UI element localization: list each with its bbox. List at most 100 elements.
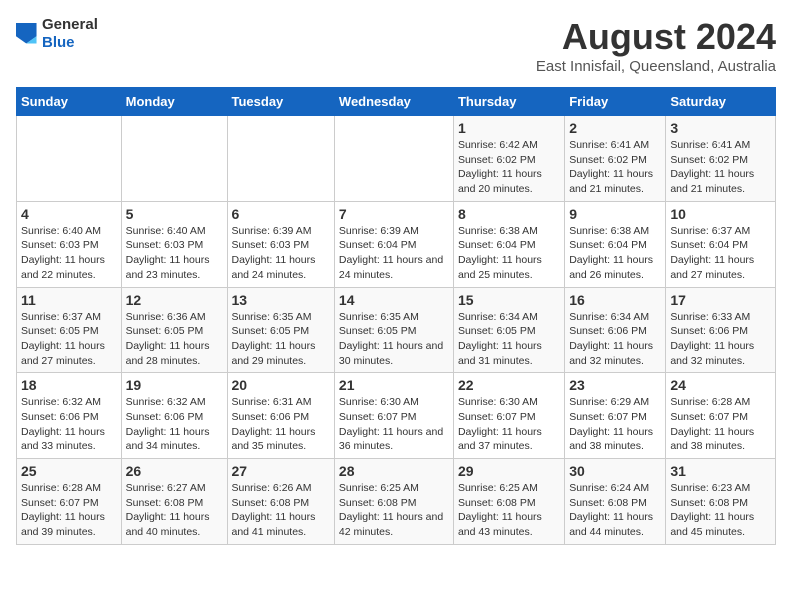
title-area: August 2024 East Innisfail, Queensland, …	[536, 16, 776, 75]
day-number: 7	[339, 206, 449, 222]
day-detail: Sunrise: 6:28 AM Sunset: 6:07 PM Dayligh…	[21, 481, 117, 540]
calendar-week-row: 11 Sunrise: 6:37 AM Sunset: 6:05 PM Dayli…	[17, 287, 776, 373]
column-header-wednesday: Wednesday	[334, 88, 453, 116]
calendar-cell: 22 Sunrise: 6:30 AM Sunset: 6:07 PM Dayli…	[453, 373, 564, 459]
day-number: 24	[670, 377, 771, 393]
day-detail: Sunrise: 6:28 AM Sunset: 6:07 PM Dayligh…	[670, 395, 771, 454]
day-detail: Sunrise: 6:38 AM Sunset: 6:04 PM Dayligh…	[458, 224, 560, 283]
day-detail: Sunrise: 6:25 AM Sunset: 6:08 PM Dayligh…	[458, 481, 560, 540]
page-subtitle: East Innisfail, Queensland, Australia	[536, 58, 776, 75]
calendar-week-row: 4 Sunrise: 6:40 AM Sunset: 6:03 PM Daylig…	[17, 201, 776, 287]
day-number: 22	[458, 377, 560, 393]
day-number: 25	[21, 463, 117, 479]
column-header-tuesday: Tuesday	[227, 88, 334, 116]
calendar-cell: 7 Sunrise: 6:39 AM Sunset: 6:04 PM Daylig…	[334, 201, 453, 287]
calendar-cell: 12Sunrise: 6:36 AM Sunset: 6:05 PM Dayli…	[121, 287, 227, 373]
day-detail: Sunrise: 6:33 AM Sunset: 6:06 PM Dayligh…	[670, 310, 771, 369]
day-number: 4	[21, 206, 117, 222]
day-detail: Sunrise: 6:37 AM Sunset: 6:05 PM Dayligh…	[21, 310, 117, 369]
day-number: 8	[458, 206, 560, 222]
day-number: 26	[126, 463, 223, 479]
day-detail: Sunrise: 6:39 AM Sunset: 6:03 PM Dayligh…	[232, 224, 330, 283]
calendar-cell: 4Sunrise: 6:40 AM Sunset: 6:03 PM Daylig…	[17, 201, 122, 287]
day-detail: Sunrise: 6:34 AM Sunset: 6:06 PM Dayligh…	[569, 310, 661, 369]
day-number: 19	[126, 377, 223, 393]
calendar-week-row: 18 Sunrise: 6:32 AM Sunset: 6:06 PM Dayli…	[17, 373, 776, 459]
logo: General Blue	[16, 16, 98, 52]
calendar-cell: 20Sunrise: 6:31 AM Sunset: 6:06 PM Dayli…	[227, 373, 334, 459]
calendar-week-row: 1 Sunrise: 6:42 AM Sunset: 6:02 PM Daylig…	[17, 116, 776, 202]
calendar-cell: 2Sunrise: 6:41 AM Sunset: 6:02 PM Daylig…	[565, 116, 666, 202]
calendar-cell	[227, 116, 334, 202]
day-detail: Sunrise: 6:34 AM Sunset: 6:05 PM Dayligh…	[458, 310, 560, 369]
calendar-cell: 27Sunrise: 6:26 AM Sunset: 6:08 PM Dayli…	[227, 459, 334, 545]
day-number: 15	[458, 292, 560, 308]
day-number: 12	[126, 292, 223, 308]
page-title: August 2024	[536, 16, 776, 58]
day-number: 6	[232, 206, 330, 222]
calendar-cell	[334, 116, 453, 202]
column-header-monday: Monday	[121, 88, 227, 116]
calendar-cell: 24 Sunrise: 6:28 AM Sunset: 6:07 PM Dayli…	[666, 373, 776, 459]
calendar-cell: 3Sunrise: 6:41 AM Sunset: 6:02 PM Daylig…	[666, 116, 776, 202]
day-number: 17	[670, 292, 771, 308]
day-detail: Sunrise: 6:23 AM Sunset: 6:08 PM Dayligh…	[670, 481, 771, 540]
calendar-cell: 8 Sunrise: 6:38 AM Sunset: 6:04 PM Daylig…	[453, 201, 564, 287]
calendar-cell: 31Sunrise: 6:23 AM Sunset: 6:08 PM Dayli…	[666, 459, 776, 545]
day-number: 1	[458, 120, 560, 136]
day-number: 13	[232, 292, 330, 308]
column-header-thursday: Thursday	[453, 88, 564, 116]
calendar-cell: 23Sunrise: 6:29 AM Sunset: 6:07 PM Dayli…	[565, 373, 666, 459]
calendar-cell	[121, 116, 227, 202]
calendar-cell: 9Sunrise: 6:38 AM Sunset: 6:04 PM Daylig…	[565, 201, 666, 287]
day-detail: Sunrise: 6:38 AM Sunset: 6:04 PM Dayligh…	[569, 224, 661, 283]
calendar-cell: 16 Sunrise: 6:34 AM Sunset: 6:06 PM Dayli…	[565, 287, 666, 373]
day-number: 27	[232, 463, 330, 479]
calendar-cell: 6 Sunrise: 6:39 AM Sunset: 6:03 PM Daylig…	[227, 201, 334, 287]
day-detail: Sunrise: 6:39 AM Sunset: 6:04 PM Dayligh…	[339, 224, 449, 283]
day-number: 18	[21, 377, 117, 393]
calendar-cell: 21Sunrise: 6:30 AM Sunset: 6:07 PM Dayli…	[334, 373, 453, 459]
day-detail: Sunrise: 6:24 AM Sunset: 6:08 PM Dayligh…	[569, 481, 661, 540]
column-header-sunday: Sunday	[17, 88, 122, 116]
day-number: 3	[670, 120, 771, 136]
day-number: 30	[569, 463, 661, 479]
calendar-cell: 14Sunrise: 6:35 AM Sunset: 6:05 PM Dayli…	[334, 287, 453, 373]
calendar-cell: 1 Sunrise: 6:42 AM Sunset: 6:02 PM Daylig…	[453, 116, 564, 202]
day-number: 2	[569, 120, 661, 136]
calendar-cell: 18 Sunrise: 6:32 AM Sunset: 6:06 PM Dayli…	[17, 373, 122, 459]
calendar-week-row: 25 Sunrise: 6:28 AM Sunset: 6:07 PM Dayli…	[17, 459, 776, 545]
day-detail: Sunrise: 6:35 AM Sunset: 6:05 PM Dayligh…	[232, 310, 330, 369]
calendar-cell: 15 Sunrise: 6:34 AM Sunset: 6:05 PM Dayli…	[453, 287, 564, 373]
day-detail: Sunrise: 6:29 AM Sunset: 6:07 PM Dayligh…	[569, 395, 661, 454]
calendar-cell: 13 Sunrise: 6:35 AM Sunset: 6:05 PM Dayli…	[227, 287, 334, 373]
calendar-cell: 19 Sunrise: 6:32 AM Sunset: 6:06 PM Dayli…	[121, 373, 227, 459]
day-number: 11	[21, 292, 117, 308]
day-number: 28	[339, 463, 449, 479]
column-header-friday: Friday	[565, 88, 666, 116]
logo-general: General	[42, 16, 98, 33]
day-detail: Sunrise: 6:32 AM Sunset: 6:06 PM Dayligh…	[126, 395, 223, 454]
day-detail: Sunrise: 6:32 AM Sunset: 6:06 PM Dayligh…	[21, 395, 117, 454]
day-number: 10	[670, 206, 771, 222]
logo-icon	[16, 23, 38, 45]
day-number: 29	[458, 463, 560, 479]
day-detail: Sunrise: 6:27 AM Sunset: 6:08 PM Dayligh…	[126, 481, 223, 540]
calendar-cell: 5Sunrise: 6:40 AM Sunset: 6:03 PM Daylig…	[121, 201, 227, 287]
day-detail: Sunrise: 6:42 AM Sunset: 6:02 PM Dayligh…	[458, 138, 560, 197]
day-number: 21	[339, 377, 449, 393]
calendar-cell: 30 Sunrise: 6:24 AM Sunset: 6:08 PM Dayli…	[565, 459, 666, 545]
column-header-saturday: Saturday	[666, 88, 776, 116]
calendar-header-row: SundayMondayTuesdayWednesdayThursdayFrid…	[17, 88, 776, 116]
day-number: 16	[569, 292, 661, 308]
header: General Blue August 2024 East Innisfail,…	[16, 16, 776, 75]
calendar-cell: 28 Sunrise: 6:25 AM Sunset: 6:08 PM Dayli…	[334, 459, 453, 545]
calendar-cell	[17, 116, 122, 202]
day-detail: Sunrise: 6:30 AM Sunset: 6:07 PM Dayligh…	[458, 395, 560, 454]
day-detail: Sunrise: 6:25 AM Sunset: 6:08 PM Dayligh…	[339, 481, 449, 540]
calendar-table: SundayMondayTuesdayWednesdayThursdayFrid…	[16, 87, 776, 545]
calendar-cell: 11 Sunrise: 6:37 AM Sunset: 6:05 PM Dayli…	[17, 287, 122, 373]
day-number: 14	[339, 292, 449, 308]
day-detail: Sunrise: 6:40 AM Sunset: 6:03 PM Dayligh…	[126, 224, 223, 283]
calendar-cell: 26 Sunrise: 6:27 AM Sunset: 6:08 PM Dayli…	[121, 459, 227, 545]
